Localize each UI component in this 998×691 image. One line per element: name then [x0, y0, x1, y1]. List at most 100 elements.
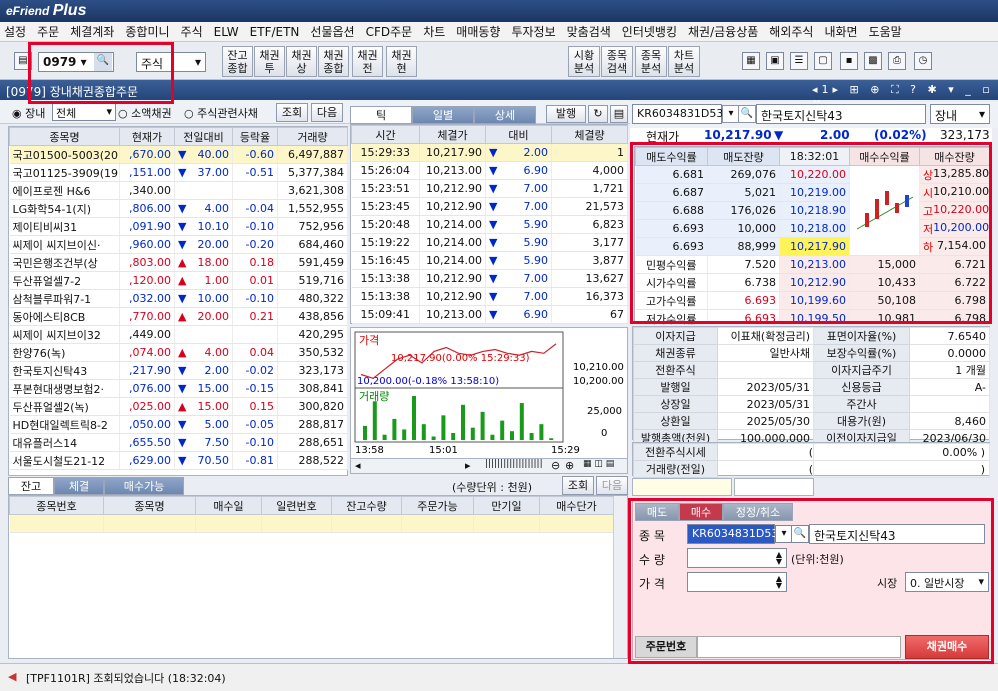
tick-tab[interactable]: 상세 [474, 106, 536, 124]
zoom-slider[interactable]: ||||||||||||||||||| [485, 459, 543, 469]
bid-row[interactable]: 고가수익률 6.693 10,199.60 50,108 6.798 [635, 291, 990, 310]
bid-price[interactable]: 10,199.60 [779, 291, 850, 310]
bond-row[interactable]: 씨제이 씨지브이신· ,960.00 ▼ 20.00 -0.20 684,460 [9, 235, 348, 254]
ask-row[interactable]: 6.693 88,999 10,217.90 하 7,154.00 [635, 237, 990, 256]
tick-tab[interactable]: 틱 [350, 106, 412, 124]
bond-row[interactable]: 국고01500-5003(20,670.00 ▼ 40.00 -0.60 6,497,8… [9, 145, 348, 164]
ask-row[interactable]: 6.687 5,021 10,219.00 시 10,210.00 [635, 183, 990, 202]
buy-bond-button[interactable]: 채권매수 [905, 635, 989, 659]
bid-row[interactable]: 민평수익률 7.520 10,213.00 15,000 6.721 [635, 255, 990, 274]
bond-code-input[interactable]: KR6034831D53 [632, 104, 723, 124]
bid-price[interactable]: 10,213.00 [779, 255, 850, 274]
menu-item[interactable]: ETF/ETN [250, 25, 300, 39]
bond-row[interactable]: 국고01125-3909(19,151.00 ▼ 37.00 -0.51 5,377,3… [9, 163, 348, 182]
order-tab[interactable]: 매도 [635, 503, 679, 521]
toolbar-button[interactable]: 잔고 종합 [222, 46, 253, 77]
tick-row[interactable]: 15:13:38 10,212.90 ▼ 7.00 13,627 [351, 269, 628, 288]
issue-button[interactable]: 발행 [546, 105, 586, 123]
order-tab[interactable]: 매수 [679, 503, 723, 521]
ask-row[interactable]: 6.688 176,026 10,218.90 고 10,220.00 [635, 201, 990, 220]
balance-query-button[interactable]: 조회 [562, 476, 594, 495]
analysis-button[interactable]: 종목 검색 [601, 46, 633, 77]
bond-row[interactable]: 씨제이 씨지브이32,449.00 420,295 [9, 325, 348, 344]
tick-row[interactable]: 15:23:45 10,212.90 ▼ 7.00 21,573 [351, 197, 628, 216]
balance-tab[interactable]: 매수가능 [104, 477, 184, 495]
folder-icon[interactable]: ▤ [14, 52, 32, 70]
query-button[interactable]: 조회 [276, 103, 308, 122]
tick-row[interactable]: 15:09:41 10,213.00 ▼ 6.90 67 [351, 305, 628, 324]
list-icon[interactable]: ☰ [790, 52, 808, 70]
menu-icon[interactable]: ▤ [610, 105, 628, 123]
next-button[interactable]: 다음 [311, 103, 343, 122]
ask-price[interactable]: 10,219.00 [779, 183, 850, 202]
ask-price[interactable]: 10,218.00 [779, 219, 850, 238]
bid-row[interactable]: 저가수익률 6.693 10,199.50 10,981 6.798 [635, 309, 990, 328]
balance-next-button[interactable]: 다음 [596, 476, 628, 495]
analysis-button[interactable]: 차트 분석 [668, 46, 700, 77]
menu-item[interactable]: 채권/금융상품 [688, 23, 758, 40]
toolbar-button[interactable]: 채권 투 [254, 46, 285, 77]
tick-tab[interactable]: 일별 [412, 106, 474, 124]
order-account-input[interactable] [697, 636, 901, 658]
scroll-right-icon[interactable]: ▸ [465, 459, 471, 472]
bond-row[interactable]: LG화학54-1(지) ,806.00 ▼ 4.00 -0.04 1,552,955 [9, 199, 348, 218]
menu-item[interactable]: 인터넷뱅킹 [622, 23, 677, 40]
balance-row[interactable] [9, 514, 614, 533]
document-icon[interactable]: ▢ [814, 52, 832, 70]
tick-row[interactable]: 15:23:51 10,212.90 ▼ 7.00 1,721 [351, 179, 628, 198]
menu-item[interactable]: 설정 [4, 23, 26, 40]
scroll-left-icon[interactable]: ◂ [355, 459, 361, 472]
menu-item[interactable]: 투자정보 [511, 23, 555, 40]
menu-item[interactable]: CFD주문 [366, 23, 413, 40]
radio-small-bond[interactable]: ○ 소액채권 [118, 105, 172, 121]
tick-row[interactable]: 15:19:22 10,214.00 ▼ 5.90 3,177 [351, 233, 628, 252]
bond-row[interactable]: 제이티비씨31,091.90 ▼ 10.10 -0.10 752,956 [9, 217, 348, 236]
radio-equity-linked[interactable]: ○ 주식관련사채 [184, 105, 258, 121]
toolbar-button[interactable]: 채권 전 [352, 46, 383, 77]
menu-item[interactable]: 해외주식 [769, 23, 813, 40]
tick-row[interactable]: 15:29:33 10,217.90 ▼ 2.00 1 [351, 143, 628, 162]
bond-row[interactable]: 한국토지신탁43,217.90 ▼ 2.00 -0.02 323,173 [9, 361, 348, 380]
bid-price[interactable]: 10,212.90 [779, 273, 850, 292]
tick-row[interactable]: 15:13:38 10,212.90 ▼ 7.00 16,373 [351, 287, 628, 306]
disk-icon[interactable]: ▪ [840, 52, 858, 70]
bond-row[interactable]: 삼척블루파워7-1,032.00 ▼ 10.00 -0.10 480,322 [9, 289, 348, 308]
market-select[interactable]: 주식 ▾ [136, 52, 206, 72]
bond-row[interactable]: 대유플러스14,655.50 ▼ 7.50 -0.10 288,651 [9, 433, 348, 452]
menu-item[interactable]: ELW [214, 25, 239, 39]
bond-row[interactable]: HD현대일렉트릭8-2,050.00 ▼ 5.00 -0.05 288,817 [9, 415, 348, 434]
bid-row[interactable]: 시가수익률 6.738 10,212.90 10,433 6.722 [635, 273, 990, 292]
chart-scrollbar[interactable]: ◂ ▸ ||||||||||||||||||| ⊖ ⊕ ▦ ◫ ▤ [350, 458, 628, 474]
search-icon[interactable]: 🔍 [94, 53, 112, 71]
toolbar-button[interactable]: 채권 종합 [318, 46, 349, 77]
bond-row[interactable]: 푸본현대생명보험2· ,076.00 ▼ 15.00 -0.15 308,841 [9, 379, 348, 398]
balance-tab[interactable]: 체결 [54, 477, 104, 495]
analysis-button[interactable]: 시황 분석 [568, 46, 600, 77]
column-header[interactable]: 현재가 [119, 127, 175, 146]
window-icon[interactable]: ▦ [742, 52, 760, 70]
column-header[interactable]: 등락율 [232, 127, 278, 146]
menu-item[interactable]: 내화면 [824, 23, 857, 40]
toolbar-button[interactable]: 채권 상 [286, 46, 317, 77]
order-market-select[interactable]: 0. 일반시장 ▾ [905, 572, 989, 592]
zoom-in-icon[interactable]: ⊕ [565, 459, 574, 472]
zoom-out-icon[interactable]: ⊖ [551, 459, 560, 472]
print-icon[interactable]: ⎙ [888, 52, 906, 70]
toolbar-button[interactable]: 채권 현 [386, 46, 417, 77]
analysis-button[interactable]: 종목 분석 [635, 46, 667, 77]
calculator-icon[interactable]: ▩ [864, 52, 882, 70]
order-magnifier-icon[interactable]: 🔍 [791, 525, 809, 543]
column-header[interactable]: 거래량 [277, 127, 348, 146]
menu-item[interactable]: 도움말 [869, 23, 902, 40]
magnifier-icon[interactable]: 🔍 [738, 105, 756, 123]
tick-row[interactable]: 15:26:04 10,213.00 ▼ 6.90 4,000 [351, 161, 628, 180]
bond-row[interactable]: 동아에스티8CB ,770.00 ▲ 20.00 0.21 438,856 [9, 307, 348, 326]
bond-row[interactable]: 서울도시철도21-12,629.00 ▼ 70.50 -0.81 288,522 [9, 451, 348, 470]
balance-scrollbar[interactable] [613, 496, 627, 658]
ask-price[interactable]: 10,218.90 [779, 201, 850, 220]
clock-icon[interactable]: ◷ [914, 52, 932, 70]
order-qty-input[interactable]: ▲ ▼ [687, 548, 787, 568]
save-icon[interactable]: ▣ [766, 52, 784, 70]
menu-item[interactable]: 체결계좌 [70, 23, 114, 40]
refresh-icon[interactable]: ↻ [588, 105, 608, 123]
